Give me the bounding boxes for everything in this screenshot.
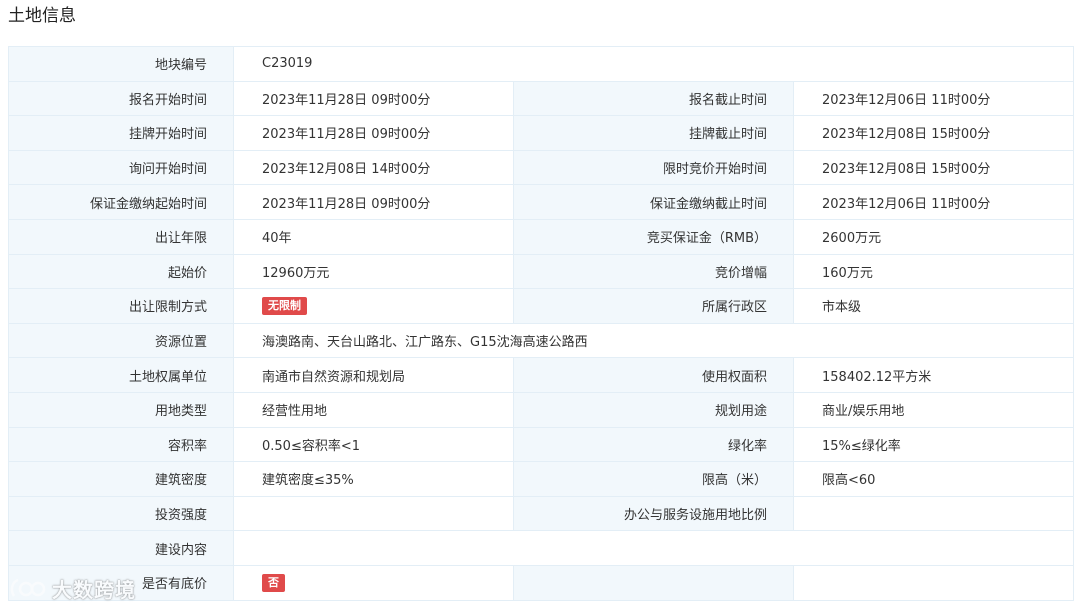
field-value	[792, 564, 1075, 601]
field-label: 竞买保证金（RMB）	[513, 218, 794, 255]
field-value: 市本级	[792, 288, 1075, 324]
table-row: 起始价 12960万元 竞价增幅 160万元	[8, 253, 1075, 290]
field-value: 无限制	[233, 288, 514, 324]
status-badge: 否	[262, 573, 285, 592]
field-value: 2023年12月08日 15时00分	[792, 115, 1075, 151]
section-title: 土地信息	[8, 6, 76, 26]
land-info-table: 地块编号 C23019 报名开始时间 2023年11月28日 09时00分 报名截止时间…	[8, 46, 1075, 601]
field-value: 海澳路南、天台山路北、江广路东、G15沈海高速公路西	[232, 322, 1075, 359]
table-row: 资源位置 海澳路南、天台山路北、江广路东、G15沈海高速公路西	[8, 322, 1075, 359]
field-value: 建筑密度≤35%	[233, 461, 514, 497]
field-label: 使用权面积	[513, 357, 794, 393]
field-label: 挂牌开始时间	[8, 115, 234, 151]
table-row: 地块编号 C23019	[8, 46, 1075, 82]
field-label: 资源位置	[8, 322, 234, 359]
field-value: 南通市自然资源和规划局	[233, 357, 514, 393]
table-row: 建筑密度 建筑密度≤35% 限高（米） 限高<60	[8, 461, 1075, 497]
table-row: 是否有底价 否	[8, 564, 1075, 601]
table-row: 土地权属单位 南通市自然资源和规划局 使用权面积 158402.12平方米	[8, 357, 1075, 393]
table-row: 投资强度 办公与服务设施用地比例	[8, 495, 1075, 532]
field-value: 2600万元	[792, 218, 1075, 255]
table-row: 建设内容	[8, 530, 1075, 566]
table-row: 保证金缴纳起始时间 2023年11月28日 09时00分 保证金缴纳截止时间 2023…	[8, 184, 1075, 220]
field-label: 限时竞价开始时间	[513, 149, 794, 186]
field-label: 报名截止时间	[513, 80, 794, 117]
field-label: 询问开始时间	[8, 149, 234, 186]
table-row: 容积率 0.50≤容积率<1 绿化率 15%≤绿化率	[8, 426, 1075, 463]
field-value: 限高<60	[792, 461, 1075, 497]
field-label: 出让年限	[8, 218, 234, 255]
field-label	[513, 564, 794, 601]
field-value: 2023年12月06日 11时00分	[792, 184, 1075, 220]
table-row: 出让年限 40年 竞买保证金（RMB） 2600万元	[8, 218, 1075, 255]
field-value	[233, 495, 514, 532]
field-label: 起始价	[8, 253, 234, 290]
field-label: 保证金缴纳截止时间	[513, 184, 794, 220]
field-label: 地块编号	[8, 46, 234, 82]
field-value: 158402.12平方米	[792, 357, 1075, 393]
field-value: 2023年12月08日 14时00分	[233, 149, 514, 186]
field-value	[232, 530, 1075, 566]
field-label: 规划用途	[513, 391, 794, 428]
table-row: 出让限制方式 无限制 所属行政区 市本级	[8, 288, 1075, 324]
field-value	[792, 495, 1075, 532]
field-value: 40年	[233, 218, 514, 255]
field-label: 容积率	[8, 426, 234, 463]
field-value: 2023年12月08日 15时00分	[792, 149, 1075, 186]
field-value: C23019	[232, 46, 1075, 82]
table-row: 用地类型 经营性用地 规划用途 商业/娱乐用地	[8, 391, 1075, 428]
field-label: 出让限制方式	[8, 288, 234, 324]
field-value: 2023年12月06日 11时00分	[792, 80, 1075, 117]
field-value: 2023年11月28日 09时00分	[233, 80, 514, 117]
field-value: 经营性用地	[233, 391, 514, 428]
field-label: 绿化率	[513, 426, 794, 463]
table-row: 询问开始时间 2023年12月08日 14时00分 限时竞价开始时间 2023年12月…	[8, 149, 1075, 186]
field-value: 2023年11月28日 09时00分	[233, 115, 514, 151]
field-value: 2023年11月28日 09时00分	[233, 184, 514, 220]
field-label: 投资强度	[8, 495, 234, 532]
status-badge: 无限制	[262, 296, 307, 315]
land-info-page: 土地信息 地块编号 C23019 报名开始时间 2023年11月28日 09时00分报…	[0, 0, 1080, 610]
field-value: 15%≤绿化率	[792, 426, 1075, 463]
table-row: 报名开始时间 2023年11月28日 09时00分 报名截止时间 2023年12月06…	[8, 80, 1075, 117]
field-value: 商业/娱乐用地	[792, 391, 1075, 428]
field-label: 建设内容	[8, 530, 234, 566]
field-label: 保证金缴纳起始时间	[8, 184, 234, 220]
table-row: 挂牌开始时间 2023年11月28日 09时00分 挂牌截止时间 2023年12月08…	[8, 115, 1075, 151]
field-label: 竞价增幅	[513, 253, 794, 290]
field-label: 限高（米）	[513, 461, 794, 497]
land-info-table-body: 地块编号 C23019 报名开始时间 2023年11月28日 09时00分 报名截止时间…	[8, 46, 1075, 601]
field-label: 土地权属单位	[8, 357, 234, 393]
field-label: 用地类型	[8, 391, 234, 428]
field-value: 0.50≤容积率<1	[233, 426, 514, 463]
field-label: 办公与服务设施用地比例	[513, 495, 794, 532]
field-label: 建筑密度	[8, 461, 234, 497]
field-value: 12960万元	[233, 253, 514, 290]
field-value: 否	[233, 564, 514, 601]
field-label: 所属行政区	[513, 288, 794, 324]
field-label: 报名开始时间	[8, 80, 234, 117]
field-value: 160万元	[792, 253, 1075, 290]
field-label: 是否有底价	[8, 564, 234, 601]
field-label: 挂牌截止时间	[513, 115, 794, 151]
